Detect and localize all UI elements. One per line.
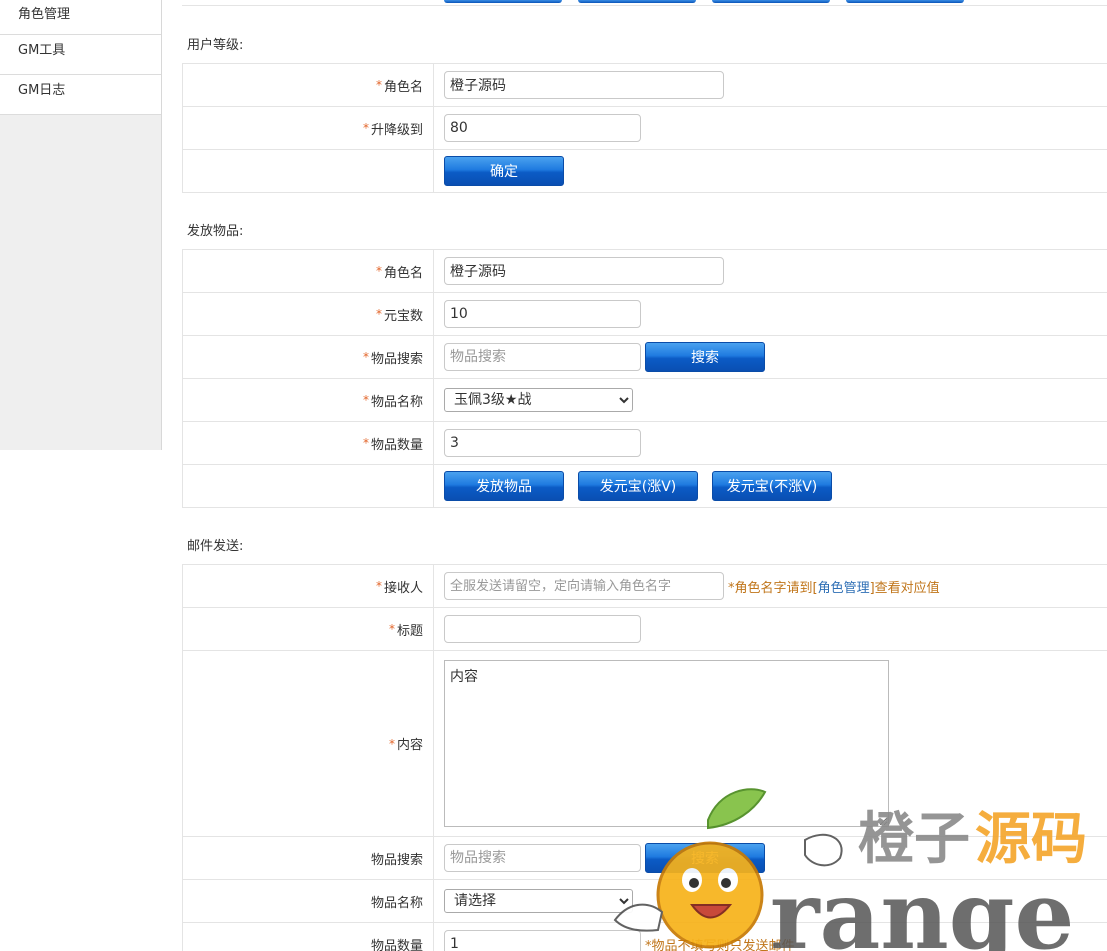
send-yuanbao-vip-button[interactable]: 发元宝(涨V) — [578, 471, 698, 501]
required-star: * — [362, 393, 369, 407]
label-text: 接收人 — [383, 580, 423, 596]
mail-content-textarea[interactable]: 内容 — [444, 660, 889, 827]
label-text: 升降级到 — [370, 122, 423, 138]
items-search-button[interactable]: 搜索 — [645, 342, 765, 372]
items-name-label: * 物品名称 — [183, 379, 434, 421]
items-section-title: 发放物品: — [187, 224, 244, 239]
label-text: 物品名称 — [370, 895, 423, 911]
mail-section-title: 邮件发送: — [187, 539, 244, 554]
mail-search-row: 物品搜索 搜索 — [183, 837, 1107, 880]
level-level-label: * 升降级到 — [183, 107, 434, 149]
send-items-button[interactable]: 发放物品 — [444, 471, 564, 501]
items-search-label: * 物品搜索 — [183, 336, 434, 378]
send-yuanbao-novip-button[interactable]: 发元宝(不涨V) — [712, 471, 832, 501]
mail-receiver-row: *接收人 *角色名字请到[角色管理]查看对应值 — [183, 565, 1107, 608]
level-role-row: * 角色名 — [183, 64, 1107, 107]
mail-subject-row: * 标题 — [183, 608, 1107, 651]
role-management-link[interactable]: 角色管理 — [818, 581, 870, 596]
level-role-label: * 角色名 — [183, 64, 434, 106]
level-role-input[interactable] — [444, 71, 724, 99]
required-star: * — [362, 350, 369, 364]
label-text: 物品数量 — [370, 437, 423, 453]
items-form: *角色名 *元宝数 *物品搜索 搜索 *物品名称 玉佩3级★战 *物品数量 发放… — [182, 249, 1107, 508]
mail-qty-hint: *物品不填写则只发送邮件 — [645, 938, 795, 951]
mail-subject-label: * 标题 — [183, 608, 434, 650]
label-text: 物品数量 — [370, 938, 423, 951]
required-star: * — [375, 579, 382, 593]
hint-text: ]查看对应值 — [869, 580, 940, 596]
level-level-input[interactable] — [444, 114, 641, 142]
mail-receiver-label: * 接收人 — [183, 565, 434, 607]
items-name-select[interactable]: 玉佩3级★战 — [444, 388, 633, 412]
previous-button-edge[interactable] — [712, 0, 830, 3]
label-text: 标题 — [396, 623, 423, 639]
label-text: 内容 — [396, 738, 423, 753]
mail-receiver-hint: *角色名字请到[角色管理]查看对应值 — [728, 577, 940, 596]
level-form: *角色名 *升降级到 确定 — [182, 63, 1107, 193]
items-qty-input[interactable] — [444, 429, 641, 457]
required-star: * — [375, 78, 382, 92]
level-confirm-button[interactable]: 确定 — [444, 156, 564, 186]
label-text: 元宝数 — [383, 308, 423, 324]
items-yuanbao-label: * 元宝数 — [183, 293, 434, 335]
mail-form: *接收人 *角色名字请到[角色管理]查看对应值 *标题 *内容 内容 物品搜索 … — [182, 564, 1107, 951]
items-yuanbao-row: * 元宝数 — [183, 293, 1107, 336]
mail-qty-row: 物品数量 *物品不填写则只发送邮件 — [183, 923, 1107, 951]
sidebar-item-role-management[interactable]: 角色管理 — [0, 0, 161, 35]
items-role-input[interactable] — [444, 257, 724, 285]
mail-name-row: 物品名称 请选择 — [183, 880, 1107, 923]
mail-search-button[interactable]: 搜索 — [645, 843, 765, 873]
mail-content-row: * 内容 内容 — [183, 651, 1107, 837]
label-text: 角色名 — [383, 79, 423, 95]
mail-name-label: 物品名称 — [183, 880, 434, 922]
empty-label — [183, 150, 434, 192]
label-text: 角色名 — [383, 265, 423, 281]
previous-button-edge[interactable] — [578, 0, 696, 3]
required-star: * — [375, 307, 382, 321]
required-star: * — [388, 736, 395, 751]
empty-label — [183, 465, 434, 507]
mail-search-label: 物品搜索 — [183, 837, 434, 879]
required-star: * — [362, 436, 369, 450]
required-star: * — [362, 121, 369, 135]
label-text: 物品搜索 — [370, 852, 423, 868]
items-role-label: * 角色名 — [183, 250, 434, 292]
previous-button-edge[interactable] — [846, 0, 964, 3]
items-qty-label: * 物品数量 — [183, 422, 434, 464]
items-yuanbao-input[interactable] — [444, 300, 641, 328]
level-section-title: 用户等级: — [187, 38, 244, 53]
items-search-row: *物品搜索 搜索 — [183, 336, 1107, 379]
items-name-row: * 物品名称 玉佩3级★战 — [183, 379, 1107, 422]
label-text: 物品名称 — [370, 394, 423, 410]
required-star: * — [375, 264, 382, 278]
mail-receiver-input[interactable] — [444, 572, 724, 600]
label-text: 物品搜索 — [370, 351, 423, 367]
mail-subject-input[interactable] — [444, 615, 641, 643]
previous-button-edge[interactable] — [444, 0, 562, 3]
items-search-input[interactable] — [444, 343, 641, 371]
level-level-row: * 升降级到 — [183, 107, 1107, 150]
mail-name-select[interactable]: 请选择 — [444, 889, 633, 913]
level-action-row: 确定 — [183, 150, 1107, 193]
hint-text: *角色名字请到[ — [728, 580, 818, 596]
mail-qty-label: 物品数量 — [183, 923, 434, 951]
required-star: * — [388, 622, 395, 636]
mail-search-input[interactable] — [444, 844, 641, 872]
sidebar-item-gm-tools[interactable]: GM工具 — [0, 35, 161, 75]
previous-button-strip — [182, 0, 1107, 6]
sidebar: 角色管理 GM工具 GM日志 — [0, 0, 162, 450]
items-action-row: 发放物品 发元宝(涨V) 发元宝(不涨V) — [183, 465, 1107, 508]
items-role-row: * 角色名 — [183, 250, 1107, 293]
items-qty-row: * 物品数量 — [183, 422, 1107, 465]
mail-qty-input[interactable] — [444, 930, 641, 951]
sidebar-item-gm-log[interactable]: GM日志 — [0, 75, 161, 115]
mail-content-label: * 内容 — [183, 651, 434, 836]
